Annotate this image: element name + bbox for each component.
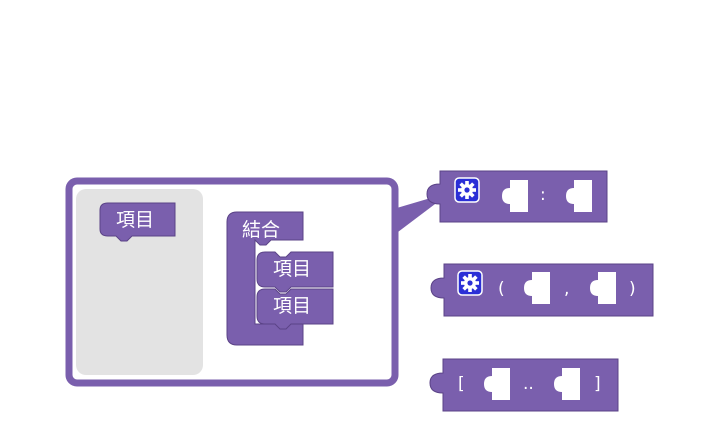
pair-block[interactable] [426, 170, 608, 223]
gear-icon[interactable] [454, 177, 480, 203]
gear-icon[interactable] [457, 270, 483, 296]
right-blocks-canvas [426, 170, 654, 412]
range-separator: .. [523, 374, 534, 394]
tuple-separator: , [564, 279, 570, 299]
pair-separator: : [540, 185, 546, 205]
tuple-close: ) [629, 279, 636, 299]
tuple-open: ( [498, 279, 505, 299]
range-close: ] [594, 374, 601, 394]
range-open: [ [458, 374, 465, 394]
